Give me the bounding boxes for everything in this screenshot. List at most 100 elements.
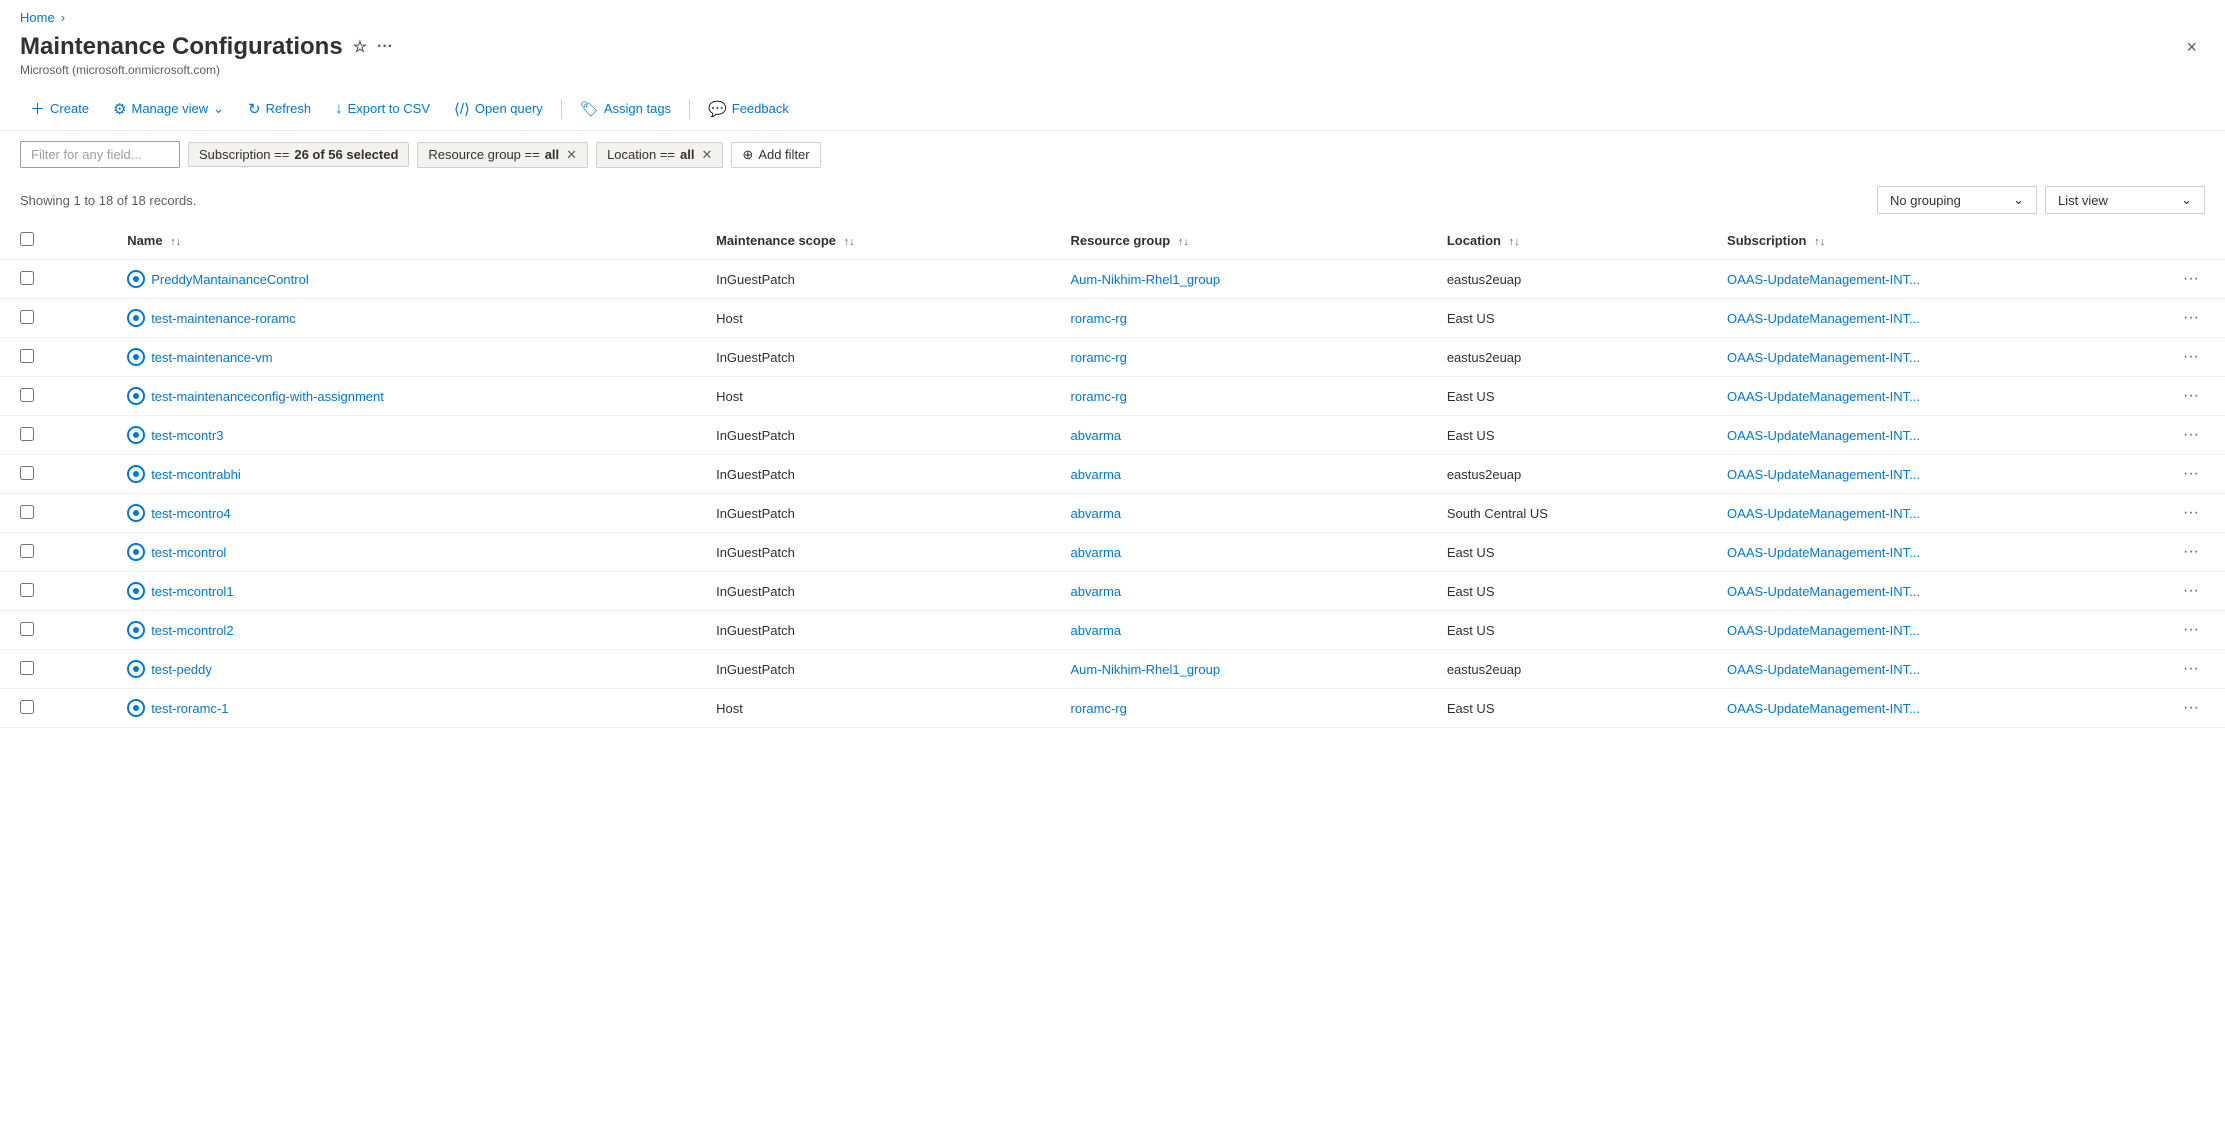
row-checkbox-cell[interactable] [0, 377, 107, 416]
row-name-link[interactable]: test-mcontro4 [127, 504, 676, 522]
more-options-icon[interactable]: ··· [377, 38, 393, 56]
row-checkbox-9[interactable] [20, 622, 34, 636]
row-checkbox-cell[interactable] [0, 494, 107, 533]
open-query-button[interactable]: ⟨/⟩ Open query [444, 95, 553, 123]
row-resource-group-link[interactable]: abvarma [1071, 623, 1407, 638]
row-name-link[interactable]: test-maintenance-roramc [127, 309, 676, 327]
row-resource-group-link[interactable]: abvarma [1071, 467, 1407, 482]
row-subscription-link[interactable]: OAAS-UpdateManagement-INT... [1727, 428, 2177, 443]
row-checkbox-7[interactable] [20, 544, 34, 558]
row-checkbox-cell[interactable] [0, 416, 107, 455]
row-resource-group-link[interactable]: roramc-rg [1071, 311, 1407, 326]
assign-tags-button[interactable]: 🏷 Assign tags [570, 95, 681, 123]
row-subscription-link[interactable]: OAAS-UpdateManagement-INT... [1727, 311, 2177, 326]
row-subscription-link[interactable]: OAAS-UpdateManagement-INT... [1727, 467, 2177, 482]
row-more-button-0[interactable]: ··· [2177, 268, 2205, 290]
row-name-link[interactable]: test-mcontr3 [127, 426, 676, 444]
pin-icon[interactable]: ☆ [353, 37, 367, 57]
row-checkbox-cell[interactable] [0, 260, 107, 299]
row-checkbox-2[interactable] [20, 349, 34, 363]
row-subscription-link[interactable]: OAAS-UpdateManagement-INT... [1727, 584, 2177, 599]
col-header-location[interactable]: Location ↑↓ [1427, 222, 1707, 260]
row-name-link[interactable]: test-maintenanceconfig-with-assignment [127, 387, 676, 405]
select-all-header[interactable] [0, 222, 107, 260]
row-subscription-cell: OAAS-UpdateManagement-INT... ··· [1707, 572, 2225, 611]
row-name-link[interactable]: test-mcontrabhi [127, 465, 676, 483]
row-subscription-link[interactable]: OAAS-UpdateManagement-INT... [1727, 623, 2177, 638]
row-more-button-7[interactable]: ··· [2177, 541, 2205, 563]
row-checkbox-cell[interactable] [0, 533, 107, 572]
row-resource-group-link[interactable]: Aum-Nikhim-Rhel1_group [1071, 662, 1407, 677]
row-name-link[interactable]: test-peddy [127, 660, 676, 678]
row-resource-group-link[interactable]: abvarma [1071, 506, 1407, 521]
row-checkbox-10[interactable] [20, 661, 34, 675]
row-checkbox-cell[interactable] [0, 338, 107, 377]
row-subscription-link[interactable]: OAAS-UpdateManagement-INT... [1727, 545, 2177, 560]
row-more-button-6[interactable]: ··· [2177, 502, 2205, 524]
view-dropdown[interactable]: List view ⌄ [2045, 186, 2205, 214]
row-name-link[interactable]: PreddyMantainanceControl [127, 270, 676, 288]
row-subscription-link[interactable]: OAAS-UpdateManagement-INT... [1727, 350, 2177, 365]
row-name-link[interactable]: test-mcontrol1 [127, 582, 676, 600]
col-header-resource-group[interactable]: Resource group ↑↓ [1051, 222, 1427, 260]
row-location-cell: East US [1427, 533, 1707, 572]
row-checkbox-5[interactable] [20, 466, 34, 480]
home-link[interactable]: Home [20, 10, 55, 25]
row-resource-group-link[interactable]: roramc-rg [1071, 389, 1407, 404]
feedback-button[interactable]: 💬 Feedback [698, 95, 799, 123]
row-more-button-10[interactable]: ··· [2177, 658, 2205, 680]
row-resource-group-link[interactable]: roramc-rg [1071, 350, 1407, 365]
grouping-dropdown[interactable]: No grouping ⌄ [1877, 186, 2037, 214]
resource-group-filter-close[interactable]: ✕ [566, 147, 577, 163]
row-more-button-4[interactable]: ··· [2177, 424, 2205, 446]
row-checkbox-cell[interactable] [0, 689, 107, 728]
row-resource-group-link[interactable]: Aum-Nikhim-Rhel1_group [1071, 272, 1407, 287]
row-resource-group-link[interactable]: roramc-rg [1071, 701, 1407, 716]
select-all-checkbox[interactable] [20, 232, 34, 246]
refresh-button[interactable]: ↻ Refresh [238, 95, 321, 123]
close-button[interactable]: × [2178, 33, 2205, 62]
export-csv-button[interactable]: ↓ Export to CSV [325, 95, 440, 122]
row-checkbox-1[interactable] [20, 310, 34, 324]
row-checkbox-8[interactable] [20, 583, 34, 597]
row-subscription-link[interactable]: OAAS-UpdateManagement-INT... [1727, 506, 2177, 521]
row-resource-group-link[interactable]: abvarma [1071, 428, 1407, 443]
row-name-link[interactable]: test-roramc-1 [127, 699, 676, 717]
row-subscription-link[interactable]: OAAS-UpdateManagement-INT... [1727, 389, 2177, 404]
row-checkbox-cell[interactable] [0, 611, 107, 650]
row-resource-group-cell: abvarma [1051, 572, 1427, 611]
row-more-button-1[interactable]: ··· [2177, 307, 2205, 329]
row-name-link[interactable]: test-mcontrol2 [127, 621, 676, 639]
row-more-button-5[interactable]: ··· [2177, 463, 2205, 485]
row-checkbox-3[interactable] [20, 388, 34, 402]
row-checkbox-4[interactable] [20, 427, 34, 441]
col-header-name[interactable]: Name ↑↓ [107, 222, 696, 260]
location-filter-close[interactable]: ✕ [702, 147, 713, 163]
col-header-subscription[interactable]: Subscription ↑↓ [1707, 222, 2225, 260]
row-subscription-link[interactable]: OAAS-UpdateManagement-INT... [1727, 701, 2177, 716]
row-checkbox-cell[interactable] [0, 650, 107, 689]
row-resource-group-link[interactable]: abvarma [1071, 545, 1407, 560]
row-checkbox-0[interactable] [20, 271, 34, 285]
row-checkbox-cell[interactable] [0, 572, 107, 611]
row-checkbox-6[interactable] [20, 505, 34, 519]
row-more-button-11[interactable]: ··· [2177, 697, 2205, 719]
manage-view-button[interactable]: ⚙ Manage view ⌄ [103, 95, 234, 123]
row-subscription-link[interactable]: OAAS-UpdateManagement-INT... [1727, 662, 2177, 677]
row-more-button-2[interactable]: ··· [2177, 346, 2205, 368]
col-header-scope[interactable]: Maintenance scope ↑↓ [696, 222, 1050, 260]
add-filter-button[interactable]: ⊕ Add filter [731, 142, 820, 168]
row-name-link[interactable]: test-maintenance-vm [127, 348, 676, 366]
row-resource-group-link[interactable]: abvarma [1071, 584, 1407, 599]
filter-input[interactable] [20, 141, 180, 168]
row-more-button-9[interactable]: ··· [2177, 619, 2205, 641]
row-more-button-8[interactable]: ··· [2177, 580, 2205, 602]
row-checkbox-cell[interactable] [0, 299, 107, 338]
row-subscription-link[interactable]: OAAS-UpdateManagement-INT... [1727, 272, 2177, 287]
row-name-link[interactable]: test-mcontrol [127, 543, 676, 561]
create-button[interactable]: ＋ Create [20, 93, 99, 124]
row-more-button-3[interactable]: ··· [2177, 385, 2205, 407]
row-checkbox-11[interactable] [20, 700, 34, 714]
export-icon: ↓ [335, 100, 343, 117]
row-checkbox-cell[interactable] [0, 455, 107, 494]
